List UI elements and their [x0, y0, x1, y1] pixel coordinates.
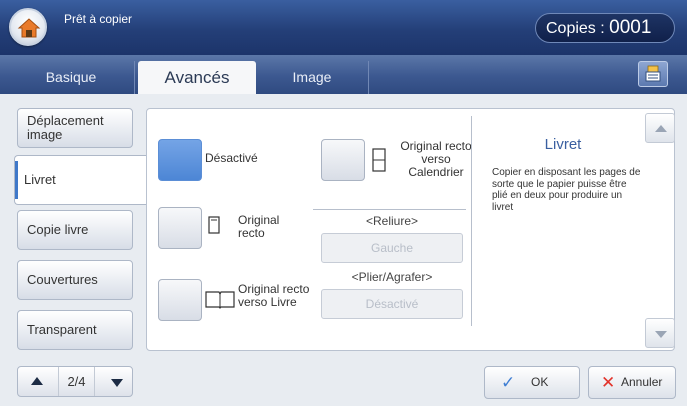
open-book-icon: [205, 291, 235, 309]
tab-basique[interactable]: Basique: [8, 61, 135, 94]
page-indicator: 2/4: [58, 367, 95, 396]
copies-counter: Copies : 0001: [535, 13, 675, 43]
job-status-button[interactable]: [638, 61, 668, 87]
description-title: Livret: [544, 136, 582, 153]
copies-label: Copies :: [546, 20, 605, 37]
option-recto-verso-calendrier-button[interactable]: [321, 139, 365, 181]
nav-item-deplacement-image[interactable]: Déplacement image: [17, 108, 133, 148]
reliure-button[interactable]: Gauche: [321, 233, 463, 263]
calendar-page-icon: [372, 148, 386, 172]
tab-bar: Basique Avancés Image: [0, 55, 687, 94]
reliure-title: <Reliure>: [365, 214, 419, 228]
status-text: Prêt à copier: [64, 12, 133, 26]
nav-item-livret[interactable]: Livret: [14, 155, 147, 205]
header-bar: Prêt à copier Copies : 0001: [0, 0, 687, 55]
option-recto-verso-livre-button[interactable]: [158, 279, 202, 321]
close-icon: ✕: [601, 373, 616, 392]
tab-image[interactable]: Image: [256, 61, 369, 94]
page-navigator: 2/4: [17, 366, 133, 397]
single-page-icon: [208, 216, 220, 234]
home-button[interactable]: [9, 8, 47, 46]
tab-avances[interactable]: Avancés: [138, 61, 256, 94]
copies-value: 0001: [609, 17, 652, 38]
group-separator: [313, 209, 466, 210]
option-recto-verso-livre-label: Original recto verso Livre: [238, 282, 310, 309]
scroll-down-button[interactable]: [645, 318, 675, 348]
description-separator: [471, 116, 472, 326]
plier-agrafer-button[interactable]: Désactivé: [321, 289, 463, 319]
scroll-up-button[interactable]: [645, 113, 675, 143]
page-down-icon[interactable]: [111, 379, 123, 387]
option-off-button[interactable]: [158, 139, 202, 181]
option-recto-label: Original recto: [238, 213, 280, 240]
document-stack-icon: [645, 65, 661, 82]
plier-agrafer-title: <Plier/Agrafer>: [351, 270, 433, 284]
page-up-icon[interactable]: [31, 377, 43, 385]
description-text: Copier en disposant les pages de sorte q…: [492, 167, 641, 213]
cancel-button[interactable]: ✕ Annuler: [588, 366, 676, 399]
home-icon: [17, 18, 41, 38]
ok-button[interactable]: ✓ OK: [484, 366, 580, 399]
nav-item-copie-livre[interactable]: Copie livre: [17, 210, 133, 250]
option-off-label: Désactivé: [205, 151, 258, 165]
check-icon: ✓: [501, 373, 516, 392]
cancel-label: Annuler: [621, 375, 663, 389]
option-recto-button[interactable]: [158, 207, 202, 249]
nav-item-transparent[interactable]: Transparent: [17, 310, 133, 350]
nav-item-couvertures[interactable]: Couvertures: [17, 260, 133, 300]
option-recto-verso-calendrier-label: Original recto verso Calendrier: [400, 139, 472, 179]
ok-label: OK: [531, 375, 549, 389]
